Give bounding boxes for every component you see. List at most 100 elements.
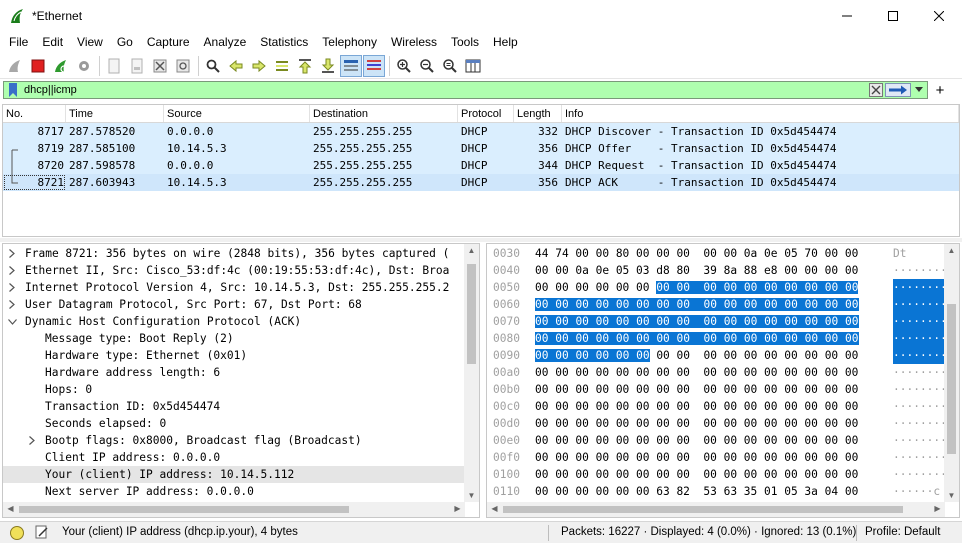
scrollbar-thumb[interactable]: [503, 506, 903, 513]
tree-item[interactable]: Your (client) IP address: 10.14.5.112: [3, 466, 465, 483]
colorize-button[interactable]: [363, 54, 385, 77]
hex-bytes[interactable]: 00 00 00 00 00 00 00 00 00 00 00 00 00 0…: [535, 296, 859, 313]
display-filter-field[interactable]: dhcp||icmp: [3, 81, 928, 99]
expert-info-icon[interactable]: [10, 526, 24, 540]
column-header-destination[interactable]: Destination: [310, 105, 458, 122]
hex-bytes[interactable]: 04 0a 0a 0e 17 01 04 ff ff ff 00 03 04 0…: [535, 517, 858, 518]
details-horizontal-scrollbar[interactable]: ◀ ▶: [3, 502, 465, 517]
hex-bytes[interactable]: 44 74 00 00 80 00 00 00 00 00 0a 0e 05 7…: [535, 245, 858, 262]
first-packet-button[interactable]: [294, 55, 316, 77]
tree-item[interactable]: Client IP address: 0.0.0.0: [3, 449, 465, 466]
hex-bytes[interactable]: 00 00 00 00 00 00 63 82 53 63 35 01 05 3…: [535, 483, 858, 500]
status-profile[interactable]: Profile: Default: [865, 522, 940, 543]
tree-item[interactable]: Message type: Boot Reply (2): [3, 330, 465, 347]
close-file-button[interactable]: [149, 55, 171, 77]
hex-bytes[interactable]: 00 00 0a 0e 05 03 d8 80 39 8a 88 e8 00 0…: [535, 262, 858, 279]
menu-telephony[interactable]: Telephony: [315, 31, 384, 53]
details-vertical-scrollbar[interactable]: ▲ ▼: [464, 244, 479, 502]
scrollbar-thumb[interactable]: [467, 264, 476, 364]
packet-row[interactable]: 8717 287.578520 0.0.0.0 255.255.255.255 …: [3, 123, 959, 140]
hex-bytes[interactable]: 00 00 00 00 00 00 00 00 00 00 00 00 00 0…: [535, 381, 858, 398]
chevron-right-icon[interactable]: [7, 262, 17, 279]
tree-item[interactable]: Seconds elapsed: 0: [3, 415, 465, 432]
save-file-button[interactable]: [126, 55, 148, 77]
bytes-vertical-scrollbar[interactable]: ▲ ▼: [944, 244, 959, 502]
tree-item[interactable]: Next server IP address: 0.0.0.0: [3, 483, 465, 500]
tree-item[interactable]: Hops: 0: [3, 381, 465, 398]
packet-row[interactable]: 8720 287.598578 0.0.0.0 255.255.255.255 …: [3, 157, 959, 174]
hex-bytes[interactable]: 00 00 00 00 00 00 00 00 00 00 00 00 00 0…: [535, 432, 858, 449]
column-header-protocol[interactable]: Protocol: [458, 105, 514, 122]
apply-filter-button[interactable]: [885, 83, 911, 97]
tree-item[interactable]: Hardware address length: 6: [3, 364, 465, 381]
last-packet-button[interactable]: [317, 55, 339, 77]
restart-capture-button[interactable]: [50, 55, 72, 77]
reload-file-button[interactable]: [172, 55, 194, 77]
autoscroll-button[interactable]: [340, 54, 362, 77]
tree-item[interactable]: Internet Protocol Version 4, Src: 10.14.…: [3, 279, 465, 296]
hex-bytes[interactable]: 00 00 00 00 00 00 00 00 00 00 00 00 00 0…: [535, 449, 858, 466]
zoom-in-button[interactable]: [393, 55, 415, 77]
hex-bytes[interactable]: 00 00 00 00 00 00 00 00 00 00 00 00 00 0…: [535, 347, 858, 364]
resize-columns-button[interactable]: [462, 55, 484, 77]
find-packet-button[interactable]: [202, 55, 224, 77]
scrollbar-thumb[interactable]: [19, 506, 349, 513]
menu-statistics[interactable]: Statistics: [253, 31, 315, 53]
chevron-right-icon[interactable]: [7, 279, 17, 296]
tree-item[interactable]: Dynamic Host Configuration Protocol (ACK…: [3, 313, 465, 330]
packet-row-selected[interactable]: 8721 287.603943 10.14.5.3 255.255.255.25…: [3, 174, 959, 191]
tree-item[interactable]: Transaction ID: 0x5d454474: [3, 398, 465, 415]
clear-filter-icon[interactable]: [869, 83, 883, 97]
column-header-info[interactable]: Info: [562, 105, 959, 122]
bytes-horizontal-scrollbar[interactable]: ◀ ▶: [487, 502, 945, 517]
zoom-normal-button[interactable]: [439, 55, 461, 77]
add-filter-button[interactable]: +: [932, 81, 948, 99]
hex-bytes[interactable]: 00 00 00 00 00 00 00 00 00 00 00 00 00 0…: [535, 415, 858, 432]
minimize-button[interactable]: [824, 0, 870, 31]
tree-item[interactable]: Hardware type: Ethernet (0x01): [3, 347, 465, 364]
scrollbar-thumb[interactable]: [947, 304, 956, 454]
go-back-button[interactable]: [225, 55, 247, 77]
capture-comment-icon[interactable]: [35, 525, 49, 540]
packet-row[interactable]: 8719 287.585100 10.14.5.3 255.255.255.25…: [3, 140, 959, 157]
column-header-no[interactable]: No.: [3, 105, 66, 122]
filter-history-dropdown[interactable]: [913, 83, 925, 97]
zoom-out-button[interactable]: [416, 55, 438, 77]
chevron-right-icon[interactable]: [27, 432, 37, 449]
go-to-packet-button[interactable]: [271, 55, 293, 77]
capture-options-button[interactable]: [73, 55, 95, 77]
tree-item[interactable]: Ethernet II, Src: Cisco_53:df:4c (00:19:…: [3, 262, 465, 279]
chevron-right-icon[interactable]: [7, 245, 17, 262]
tree-item[interactable]: User Datagram Protocol, Src Port: 67, Ds…: [3, 296, 465, 313]
tree-item[interactable]: Bootp flags: 0x8000, Broadcast flag (Bro…: [3, 432, 465, 449]
bookmark-icon[interactable]: [6, 82, 20, 98]
go-forward-button[interactable]: [248, 55, 270, 77]
hex-bytes[interactable]: 00 00 00 00 00 00 00 00 00 00 00 00 00 0…: [535, 466, 858, 483]
menu-analyze[interactable]: Analyze: [197, 31, 254, 53]
hex-bytes[interactable]: 00 00 00 00 00 00 00 00 00 00 00 00 00 0…: [535, 330, 859, 347]
tree-item[interactable]: Frame 8721: 356 bytes on wire (2848 bits…: [3, 245, 465, 262]
close-button[interactable]: [916, 0, 962, 31]
menu-edit[interactable]: Edit: [35, 31, 70, 53]
menu-view[interactable]: View: [70, 31, 110, 53]
menu-help[interactable]: Help: [486, 31, 525, 53]
chevron-right-icon[interactable]: [7, 296, 17, 313]
menu-wireless[interactable]: Wireless: [384, 31, 444, 53]
chevron-down-icon[interactable]: [7, 313, 17, 330]
column-header-time[interactable]: Time: [66, 105, 164, 122]
hex-bytes[interactable]: 00 00 00 00 00 00 00 00 00 00 00 00 00 0…: [535, 279, 859, 296]
hex-bytes[interactable]: 00 00 00 00 00 00 00 00 00 00 00 00 00 0…: [535, 364, 858, 381]
column-header-length[interactable]: Length: [514, 105, 562, 122]
menu-tools[interactable]: Tools: [444, 31, 486, 53]
hex-bytes[interactable]: 00 00 00 00 00 00 00 00 00 00 00 00 00 0…: [535, 313, 859, 330]
stop-capture-button[interactable]: [27, 55, 49, 77]
pane-splitter[interactable]: [0, 238, 962, 242]
menu-file[interactable]: File: [2, 31, 35, 53]
start-capture-button[interactable]: [4, 55, 26, 77]
open-file-button[interactable]: [103, 55, 125, 77]
column-header-source[interactable]: Source: [164, 105, 310, 122]
menu-go[interactable]: Go: [110, 31, 140, 53]
display-filter-input[interactable]: dhcp||icmp: [24, 84, 854, 96]
menu-capture[interactable]: Capture: [140, 31, 197, 53]
hex-bytes[interactable]: 00 00 00 00 00 00 00 00 00 00 00 00 00 0…: [535, 398, 858, 415]
